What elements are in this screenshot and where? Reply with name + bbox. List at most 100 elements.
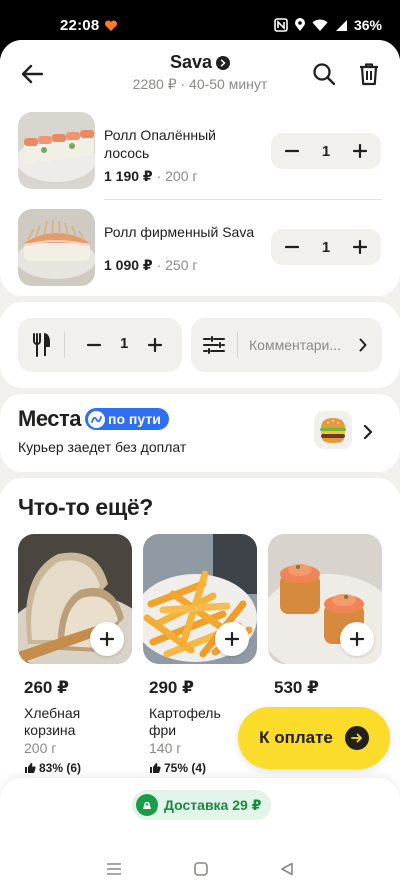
comment-field[interactable]: Комментари... (191, 318, 382, 372)
product-card[interactable]: 260 ₽ Хлебная корзина 200 г 83% (6) (18, 534, 132, 775)
plus-icon (350, 632, 364, 646)
plus-icon (148, 338, 162, 352)
cutlery-icon (33, 333, 50, 357)
delivery-icon (136, 794, 158, 816)
separator: · (156, 257, 162, 273)
minus-icon (285, 245, 299, 249)
product-price: 290 ₽ (149, 678, 194, 697)
product-image (143, 534, 257, 664)
places-subtitle: Курьер заедет без доплат (18, 439, 187, 455)
thumbs-up-icon (150, 763, 161, 773)
nfc-icon (274, 18, 288, 32)
restaurant-name: Sava (169, 52, 213, 72)
plus-icon (100, 632, 114, 646)
quantity-stepper: 1 (271, 133, 381, 169)
item-price-row: 1 190 ₽ · 200 г (104, 168, 197, 185)
add-button[interactable] (215, 622, 249, 656)
divider (64, 332, 65, 358)
item-price: 1 190 ₽ (104, 168, 153, 184)
increase-button[interactable] (349, 140, 371, 162)
item-price: 1 090 ₽ (104, 257, 153, 273)
recents-icon[interactable] (106, 862, 122, 876)
route-icon (88, 410, 106, 428)
chevron-right-icon (363, 424, 373, 440)
places-logo: Места по пути (18, 406, 169, 432)
trash-icon (360, 63, 378, 86)
item-weight: 250 г (165, 257, 198, 273)
separator: · (156, 168, 162, 184)
decrease-button[interactable] (281, 236, 303, 258)
product-card[interactable]: 530 ₽ (268, 534, 382, 698)
product-rating: 75% (4) (149, 761, 257, 775)
product-weight: 200 г (24, 740, 57, 756)
places-badge: по пути (85, 408, 169, 430)
arrow-right-icon (344, 726, 369, 750)
product-rating: 83% (6) (24, 761, 132, 775)
item-name: Ролл фирменный Sava (104, 224, 255, 240)
item-weight: 200 г (165, 168, 198, 184)
product-price: 530 ₽ (274, 678, 319, 697)
quantity-value: 1 (321, 238, 331, 256)
checkout-label: К оплате (259, 728, 333, 747)
title-block[interactable]: Sava 2280 ₽ · 40-50 минут (0, 52, 400, 93)
item-image[interactable] (18, 209, 95, 286)
wifi-icon (312, 19, 328, 31)
location-icon (294, 18, 305, 31)
product-image (268, 534, 382, 664)
item-image[interactable] (18, 112, 95, 189)
quantity-value: 1 (321, 142, 331, 160)
plus-icon (353, 240, 367, 254)
chevron-right-icon (216, 55, 231, 70)
system-nav-bar (0, 848, 400, 889)
product-name-line: корзина (24, 722, 76, 738)
product-price: 260 ₽ (24, 678, 69, 697)
back-nav-icon[interactable] (280, 862, 294, 876)
decrease-button[interactable] (281, 140, 303, 162)
cart-item: Ролл фирменный Sava 1 090 ₽ · 250 г 1 (0, 209, 400, 299)
sliders-icon (203, 336, 225, 354)
divider (237, 332, 238, 358)
places-brand: Места (18, 406, 82, 431)
plus-icon (225, 632, 239, 646)
divider (104, 199, 382, 200)
add-button[interactable] (90, 622, 124, 656)
increase-button[interactable] (349, 236, 371, 258)
comment-placeholder: Комментари... (249, 337, 342, 353)
product-name-line: фри (149, 722, 177, 738)
order-options: 1 Комментари... (0, 302, 400, 388)
cart-item: Ролл Опалённый лосось 1 190 ₽ · 200 г 1 (0, 112, 400, 202)
cutlery-increase-button[interactable] (144, 334, 166, 356)
rating-value: 75% (4) (164, 761, 207, 775)
burger-image (314, 411, 352, 449)
delivery-badge[interactable]: Доставка 29 ₽ (132, 790, 272, 820)
delivery-label: Доставка 29 ₽ (164, 796, 262, 813)
chevron-right-icon (359, 338, 367, 352)
header-subtitle: 2280 ₽ · 40-50 минут (132, 76, 268, 92)
minus-icon (87, 343, 101, 347)
signal-icon (335, 19, 347, 31)
places-banner[interactable]: Места по пути Курьер заедет без доплат (0, 394, 400, 472)
product-image (18, 534, 132, 664)
cart-items: Ролл Опалённый лосось 1 190 ₽ · 200 г 1 (0, 100, 400, 296)
battery-level: 36% (353, 17, 382, 33)
clear-cart-button[interactable] (353, 58, 385, 90)
product-name-line: Хлебная (24, 705, 81, 721)
cutlery-selector: 1 (18, 318, 182, 372)
product-name: Хлебная корзина (24, 705, 132, 739)
plus-icon (353, 144, 367, 158)
home-icon[interactable] (194, 861, 208, 876)
status-icons: 36% (274, 17, 382, 33)
search-button[interactable] (308, 58, 340, 90)
heart-icon (104, 20, 118, 31)
item-price-row: 1 090 ₽ · 250 г (104, 257, 197, 274)
cutlery-count: 1 (120, 335, 129, 352)
add-button[interactable] (340, 622, 374, 656)
thumbs-up-icon (25, 763, 36, 773)
rating-value: 83% (6) (39, 761, 82, 775)
places-badge-label: по пути (108, 411, 161, 427)
product-name-line: Картофель (149, 705, 221, 721)
checkout-button[interactable]: К оплате (238, 707, 390, 769)
search-icon (313, 63, 336, 86)
cutlery-decrease-button[interactable] (83, 334, 105, 356)
cart-page: Sava 2280 ₽ · 40-50 минут Ролл Опалённый… (0, 40, 400, 889)
